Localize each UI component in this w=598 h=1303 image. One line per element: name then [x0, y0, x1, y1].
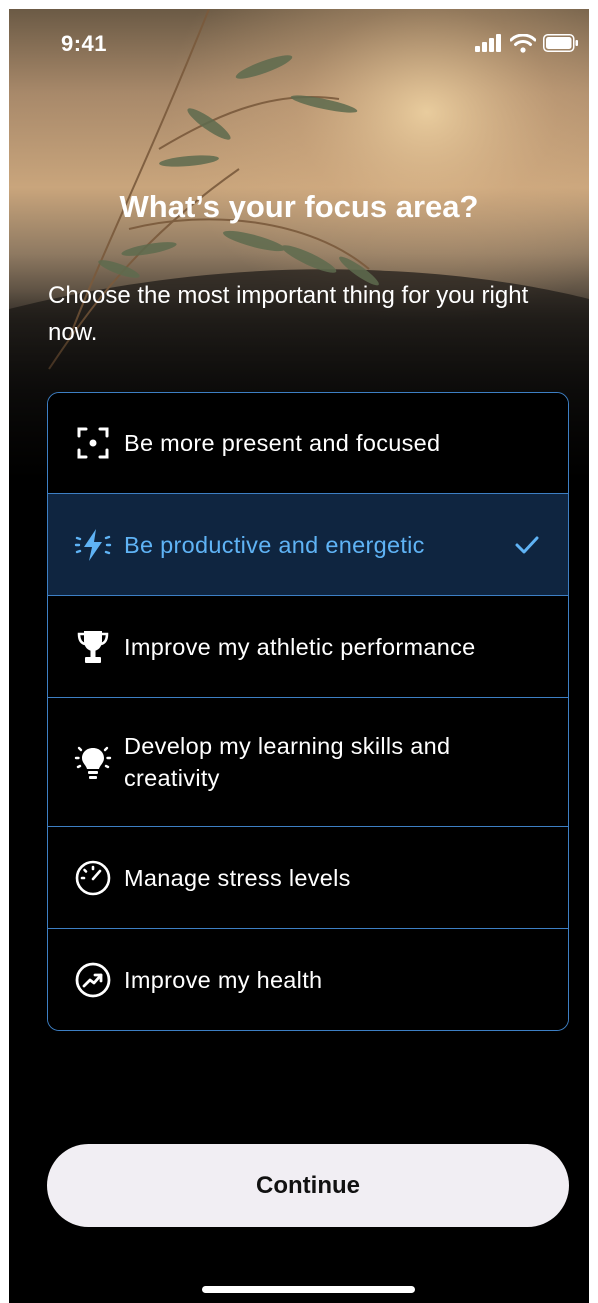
phone-screen: 9:41 What’s your focus area? Choose the …	[9, 9, 589, 1303]
option-label: Develop my learning skills and creativit…	[124, 733, 451, 791]
option-present-focused[interactable]: Be more present and focused	[48, 393, 568, 494]
focus-options-list: Be more present and focused Be productiv	[47, 392, 569, 1031]
option-label: Improve my health	[124, 966, 323, 993]
page-subtitle: Choose the most important thing for you …	[48, 282, 529, 346]
status-time: 9:41	[61, 31, 108, 56]
gauge-icon	[74, 859, 112, 897]
option-label: Improve my athletic performance	[124, 633, 476, 660]
option-athletic-performance[interactable]: Improve my athletic performance	[48, 596, 568, 698]
home-indicator	[202, 1286, 415, 1293]
status-bar: 9:41	[9, 9, 589, 79]
page-title: What’s your focus area?	[119, 189, 479, 224]
checkmark-icon	[515, 536, 539, 553]
lightbulb-icon	[74, 743, 112, 781]
battery-icon	[543, 34, 578, 52]
cellular-signal-icon	[475, 34, 501, 52]
option-stress-levels[interactable]: Manage stress levels	[48, 827, 568, 929]
wifi-icon	[510, 33, 536, 53]
option-learning-creativity[interactable]: Develop my learning skills and creativit…	[48, 698, 568, 827]
status-icons	[475, 31, 579, 55]
trending-up-icon	[74, 961, 112, 999]
focus-frame-icon	[74, 424, 112, 462]
option-label: Be productive and energetic	[124, 531, 425, 558]
option-label: Manage stress levels	[124, 864, 351, 891]
lightning-bolt-icon	[74, 526, 112, 564]
continue-button[interactable]: Continue	[47, 1144, 569, 1227]
trophy-icon	[74, 628, 112, 666]
option-label: Be more present and focused	[124, 430, 441, 456]
option-productive-energetic[interactable]: Be productive and energetic	[48, 494, 568, 596]
option-improve-health[interactable]: Improve my health	[48, 929, 568, 1030]
